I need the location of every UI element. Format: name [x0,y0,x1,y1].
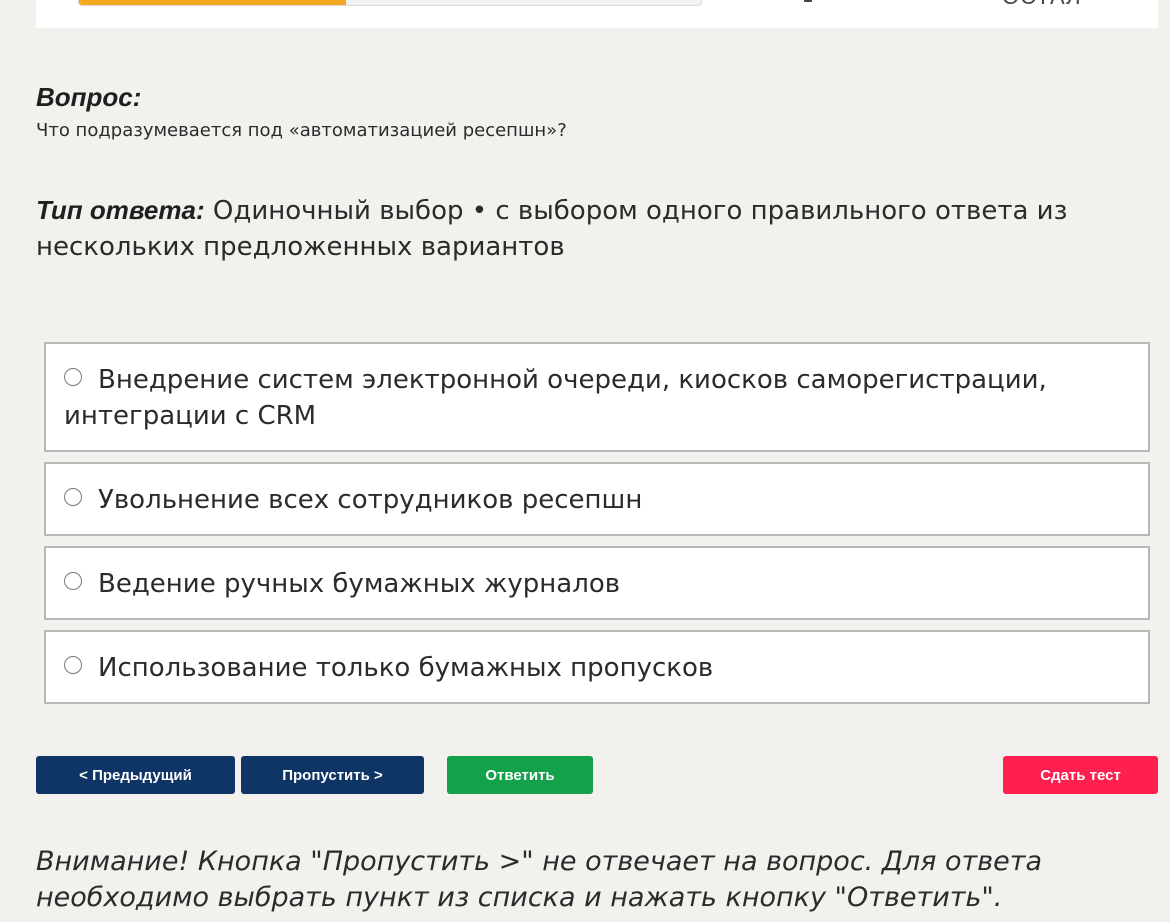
question-label: Вопрос: [36,82,142,112]
radio-icon[interactable] [64,656,82,674]
submit-test-button[interactable]: Сдать тест [1003,756,1158,794]
answer-type-label: Тип ответа: [36,195,205,225]
progress-bar [78,0,702,6]
answer-type: Тип ответа: Одиночный выбор • с выбором … [36,192,1136,265]
progress-fill [79,0,347,5]
question-text: Что подразумевается под «автоматизацией … [36,120,567,141]
answer-option-text: Внедрение систем электронной очереди, ки… [64,365,1047,431]
answer-option-3[interactable]: Ведение ручных бумажных журналов [44,546,1150,620]
skip-warning-notice: Внимание! Кнопка "Пропустить >" не отвеч… [36,846,1043,913]
time-remaining-label: ОСТАЛ [1002,0,1082,10]
answer-option-1[interactable]: Внедрение систем электронной очереди, ки… [44,342,1150,452]
answer-options: Внедрение систем электронной очереди, ки… [44,342,1150,714]
answer-option-text: Ведение ручных бумажных журналов [98,569,621,599]
radio-icon[interactable] [64,488,82,506]
answer-option-2[interactable]: Увольнение всех сотрудников ресепшн [44,462,1150,536]
radio-icon[interactable] [64,572,82,590]
radio-icon[interactable] [64,368,82,386]
skip-button[interactable]: Пропустить > [241,756,424,794]
answer-option-text: Использование только бумажных пропусков [98,653,714,683]
previous-button[interactable]: < Предыдущий [36,756,235,794]
answer-option-4[interactable]: Использование только бумажных пропусков [44,630,1150,704]
question-counter-fragment [804,0,812,2]
progress-panel: ОСТАЛ [36,0,1158,28]
answer-button[interactable]: Ответить [447,756,593,794]
answer-option-text: Увольнение всех сотрудников ресепшн [98,485,643,515]
